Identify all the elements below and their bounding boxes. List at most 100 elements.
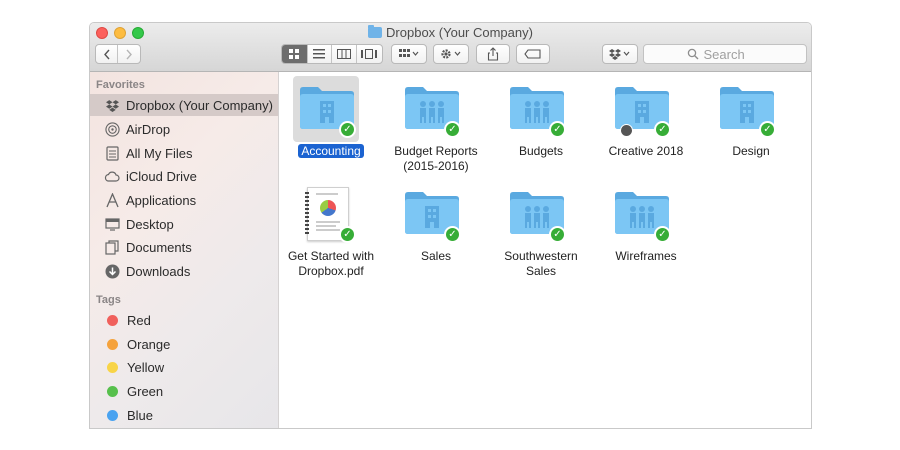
list-view-button[interactable] (308, 45, 333, 63)
search-field[interactable] (643, 44, 807, 64)
sidebar-item-label: Dropbox (Your Company) (126, 97, 273, 113)
sidebar: Favorites Dropbox (Your Company) AirDrop… (90, 72, 279, 428)
tag-color-dot (107, 361, 118, 373)
file-item-get-started-pdf[interactable]: ✓ Get Started with Dropbox.pdf (279, 177, 383, 278)
tags-heading: Tags (96, 294, 121, 306)
file-item-southwestern-sales[interactable]: ✓ Southwestern Sales (489, 177, 593, 278)
tag-label: Yellow (127, 359, 165, 375)
file-name: Budget Reports (2015-2016) (394, 144, 478, 173)
dropbox-icon (104, 97, 120, 113)
share-button[interactable] (476, 44, 510, 64)
file-item-budget-reports[interactable]: ✓ Budget Reports (2015-2016) (384, 72, 488, 173)
view-mode-buttons (281, 44, 383, 64)
tag-icon (524, 49, 541, 59)
chevron-left-icon (103, 49, 110, 59)
sidebar-item-all-my-files[interactable]: All My Files (90, 142, 278, 164)
sidebar-item-label: AirDrop (126, 121, 171, 137)
file-label: Accounting (279, 144, 383, 159)
tag-label: Red (127, 312, 151, 328)
tag-button[interactable] (516, 44, 550, 64)
sync-check-icon: ✓ (339, 121, 356, 138)
sidebar-item-label: Desktop (126, 216, 174, 232)
file-item-design[interactable]: ✓ Design (699, 72, 803, 172)
cloud-icon (104, 168, 120, 184)
tag-item-green[interactable]: Green (90, 380, 278, 402)
forward-button[interactable] (118, 45, 140, 63)
search-icon (687, 48, 698, 60)
documents-icon (104, 239, 120, 255)
sync-check-icon: ✓ (759, 121, 776, 138)
share-icon (487, 47, 499, 61)
sync-check-icon: ✓ (444, 121, 461, 138)
icon-view-button[interactable] (282, 45, 308, 63)
downloads-icon (104, 263, 120, 279)
file-name: Budgets (518, 144, 564, 158)
sidebar-item-downloads[interactable]: Downloads (90, 260, 278, 282)
file-name: Sales (420, 249, 452, 263)
file-item-accounting[interactable]: ✓ Accounting (279, 72, 383, 172)
arrange-icon (399, 49, 419, 57)
gear-icon (441, 49, 461, 59)
sidebar-item-dropbox[interactable]: Dropbox (Your Company) (90, 94, 278, 116)
file-thumbnail: ✓ (293, 181, 359, 247)
sync-check-icon: ✓ (549, 121, 566, 138)
file-name: Get Started with Dropbox.pdf (287, 249, 375, 278)
navigation-buttons (95, 44, 141, 64)
tag-color-dot (107, 314, 118, 326)
gallery-view-button[interactable] (357, 45, 382, 63)
sidebar-item-label: All My Files (126, 145, 193, 161)
sidebar-item-desktop[interactable]: Desktop (90, 213, 278, 235)
lock-icon (620, 124, 633, 137)
action-button[interactable] (433, 44, 469, 64)
sidebar-item-icloud-drive[interactable]: iCloud Drive (90, 165, 278, 187)
file-thumbnail: ✓ (503, 76, 569, 142)
sidebar-item-label: Downloads (126, 263, 191, 279)
file-item-sales[interactable]: ✓ Sales (384, 177, 488, 277)
column-view-icon (336, 49, 351, 59)
finder-window: Dropbox (Your Company) Search Favorites … (89, 22, 812, 429)
arrange-button[interactable] (391, 44, 427, 64)
desktop-icon (104, 216, 120, 232)
file-name: Wireframes (615, 249, 677, 263)
tag-label: Green (127, 383, 164, 399)
back-button[interactable] (96, 45, 118, 63)
tag-item-yellow[interactable]: Yellow (90, 356, 278, 378)
sync-check-icon: ✓ (654, 121, 671, 138)
file-thumbnail: ✓ (398, 76, 464, 142)
sidebar-item-label: Applications (126, 192, 197, 208)
airdrop-icon (104, 121, 120, 137)
file-thumbnail: ✓ (608, 181, 674, 247)
folder-icon (368, 25, 383, 38)
tag-label: Blue (127, 407, 154, 423)
tag-item-blue[interactable]: Blue (90, 404, 278, 426)
sync-check-icon: ✓ (444, 226, 461, 243)
dropbox-menu-button[interactable] (602, 44, 638, 64)
applications-icon (104, 192, 120, 208)
file-name: Accounting (298, 144, 364, 158)
sidebar-item-label: iCloud Drive (126, 168, 197, 184)
column-view-button[interactable] (332, 45, 357, 63)
file-thumbnail: ✓ (293, 76, 359, 142)
sidebar-item-label: Documents (126, 239, 192, 255)
sync-check-icon: ✓ (654, 226, 671, 243)
file-thumbnail: ✓ (503, 181, 569, 247)
sidebar-item-airdrop[interactable]: AirDrop (90, 118, 278, 140)
file-thumbnail: ✓ (608, 76, 674, 142)
file-thumbnail: ✓ (713, 76, 779, 142)
sidebar-item-documents[interactable]: Documents (90, 236, 278, 258)
tag-item-red[interactable]: Red (90, 309, 278, 331)
search-input[interactable] (703, 46, 764, 62)
gallery-view-icon (361, 49, 378, 59)
sidebar-item-applications[interactable]: Applications (90, 189, 278, 211)
window-title: Dropbox (Your Company) (90, 25, 811, 40)
file-item-creative-2018[interactable]: ✓ Creative 2018 (594, 72, 698, 172)
file-item-budgets[interactable]: ✓ Budgets (489, 72, 593, 172)
sync-check-icon: ✓ (339, 226, 356, 243)
tag-item-orange[interactable]: Orange (90, 333, 278, 355)
list-view-icon (313, 49, 326, 59)
icon-view-icon (288, 49, 299, 59)
file-item-wireframes[interactable]: ✓ Wireframes (594, 177, 698, 277)
chevron-right-icon (126, 49, 132, 59)
file-name: Design (732, 144, 770, 158)
tag-color-dot (107, 409, 118, 421)
